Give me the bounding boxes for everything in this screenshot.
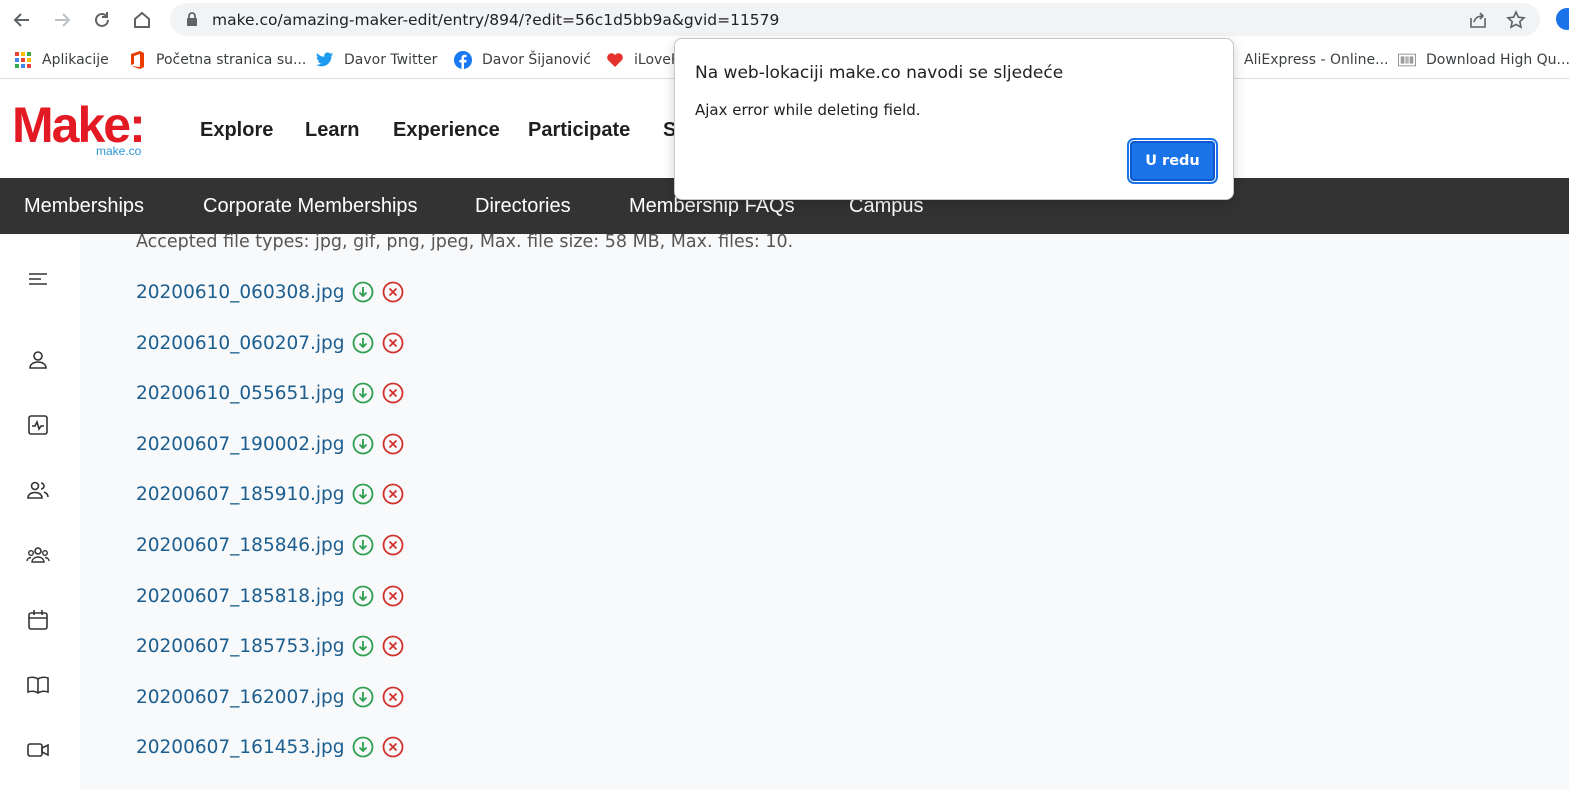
dialog-message: Ajax error while deleting field. <box>695 101 921 119</box>
bookmark-office[interactable]: Početna stranica su... <box>128 50 306 70</box>
bookmark-apps[interactable]: Aplikacije <box>14 50 109 70</box>
file-link[interactable]: 20200607_190002.jpg <box>136 434 345 455</box>
dialog-title: Na web-lokaciji make.co navodi se sljede… <box>695 63 1064 83</box>
download-icon[interactable] <box>352 635 374 657</box>
delete-icon[interactable] <box>382 433 404 455</box>
download-icon[interactable] <box>352 585 374 607</box>
nav-participate[interactable]: Participate <box>528 119 630 142</box>
download-icon[interactable] <box>352 686 374 708</box>
file-row: 20200607_190002.jpg <box>136 431 404 457</box>
ok-button[interactable]: U redu <box>1127 138 1218 184</box>
logo-subtext: make.co <box>96 144 142 158</box>
book-icon[interactable] <box>26 673 50 697</box>
bookmark-star-icon[interactable] <box>1506 10 1526 30</box>
video-icon[interactable] <box>26 738 50 762</box>
download-icon[interactable] <box>352 332 374 354</box>
file-link[interactable]: 20200610_055651.jpg <box>136 383 345 404</box>
bookmark-label: Download High Qu... <box>1426 52 1569 68</box>
nav-explore[interactable]: Explore <box>200 119 273 142</box>
file-row: 20200607_185818.jpg <box>136 583 404 609</box>
nav-learn[interactable]: Learn <box>305 119 359 142</box>
alert-dialog: Na web-lokaciji make.co navodi se sljede… <box>674 38 1234 200</box>
download-icon <box>1398 51 1416 69</box>
download-icon[interactable] <box>352 736 374 758</box>
file-link[interactable]: 20200610_060207.jpg <box>136 333 345 354</box>
office-icon <box>128 51 146 69</box>
bookmark-ilovepdf[interactable]: iLoveP <box>606 50 679 70</box>
bookmark-aliexpress[interactable]: AliExpress - Online... <box>1216 50 1388 70</box>
accepted-file-types-text: Accepted file types: jpg, gif, png, jpeg… <box>136 232 794 252</box>
browser-toolbar: make.co/amazing-maker-edit/entry/894/?ed… <box>0 0 1569 40</box>
bookmark-label: AliExpress - Online... <box>1244 52 1389 68</box>
bookmark-facebook[interactable]: Davor Šijanović <box>454 50 591 70</box>
bookmark-twitter[interactable]: Davor Twitter <box>316 50 437 70</box>
share-icon[interactable] <box>1468 10 1488 30</box>
file-row: 20200607_185846.jpg <box>136 532 404 558</box>
file-link[interactable]: 20200607_185846.jpg <box>136 535 345 556</box>
delete-icon[interactable] <box>382 585 404 607</box>
calendar-icon[interactable] <box>26 608 50 632</box>
address-bar[interactable]: make.co/amazing-maker-edit/entry/894/?ed… <box>170 3 1540 36</box>
user-icon[interactable] <box>26 348 50 372</box>
back-arrow-icon[interactable] <box>8 6 36 34</box>
friends-icon[interactable] <box>26 478 50 502</box>
facebook-icon <box>454 51 472 69</box>
file-row: 20200610_060207.jpg <box>136 330 404 356</box>
file-link[interactable]: 20200607_185910.jpg <box>136 484 345 505</box>
bookmark-label: Početna stranica su... <box>156 52 307 68</box>
profile-avatar[interactable] <box>1556 8 1569 30</box>
reload-icon[interactable] <box>88 6 116 34</box>
delete-icon[interactable] <box>382 332 404 354</box>
home-icon[interactable] <box>128 6 156 34</box>
upload-content: Accepted file types: jpg, gif, png, jpeg… <box>80 232 1569 790</box>
file-row: 20200607_162007.jpg <box>136 684 404 710</box>
menu-icon[interactable] <box>26 268 50 292</box>
make-logo[interactable]: Make: make.co <box>12 100 152 160</box>
file-row: 20200607_185910.jpg <box>136 481 404 507</box>
activity-icon[interactable] <box>26 413 50 437</box>
bookmark-label: iLoveP <box>634 52 680 68</box>
subnav-memberships[interactable]: Memberships <box>24 195 144 218</box>
url-text[interactable]: make.co/amazing-maker-edit/entry/894/?ed… <box>212 11 779 29</box>
file-row: 20200610_060308.jpg <box>136 279 404 305</box>
delete-icon[interactable] <box>382 736 404 758</box>
file-link[interactable]: 20200610_060308.jpg <box>136 282 345 303</box>
bookmark-label: Aplikacije <box>42 52 109 68</box>
file-link[interactable]: 20200607_162007.jpg <box>136 687 345 708</box>
delete-icon[interactable] <box>382 382 404 404</box>
twitter-icon <box>316 51 334 69</box>
side-rail <box>0 234 80 790</box>
download-icon[interactable] <box>352 433 374 455</box>
subnav-directories[interactable]: Directories <box>475 195 571 218</box>
file-row: 20200607_185753.jpg <box>136 633 404 659</box>
delete-icon[interactable] <box>382 635 404 657</box>
file-link[interactable]: 20200607_185818.jpg <box>136 586 345 607</box>
delete-icon[interactable] <box>382 483 404 505</box>
apps-grid-icon <box>14 51 32 69</box>
download-icon[interactable] <box>352 382 374 404</box>
file-row: 20200610_055651.jpg <box>136 380 404 406</box>
download-icon[interactable] <box>352 483 374 505</box>
delete-icon[interactable] <box>382 686 404 708</box>
file-row: 20200607_161453.jpg <box>136 734 404 760</box>
file-link[interactable]: 20200607_185753.jpg <box>136 636 345 657</box>
nav-experience[interactable]: Experience <box>393 119 500 142</box>
delete-icon[interactable] <box>382 281 404 303</box>
delete-icon[interactable] <box>382 534 404 556</box>
lock-icon[interactable] <box>186 12 198 27</box>
download-icon[interactable] <box>352 534 374 556</box>
bookmark-label: Davor Twitter <box>344 52 438 68</box>
groups-icon[interactable] <box>26 543 50 567</box>
bookmark-label: Davor Šijanović <box>482 52 591 68</box>
download-icon[interactable] <box>352 281 374 303</box>
bookmark-download[interactable]: Download High Qu... <box>1398 50 1569 70</box>
subnav-corporate-memberships[interactable]: Corporate Memberships <box>203 195 418 218</box>
ilovepdf-icon <box>606 51 624 69</box>
forward-arrow-icon[interactable] <box>48 6 76 34</box>
file-link[interactable]: 20200607_161453.jpg <box>136 737 345 758</box>
